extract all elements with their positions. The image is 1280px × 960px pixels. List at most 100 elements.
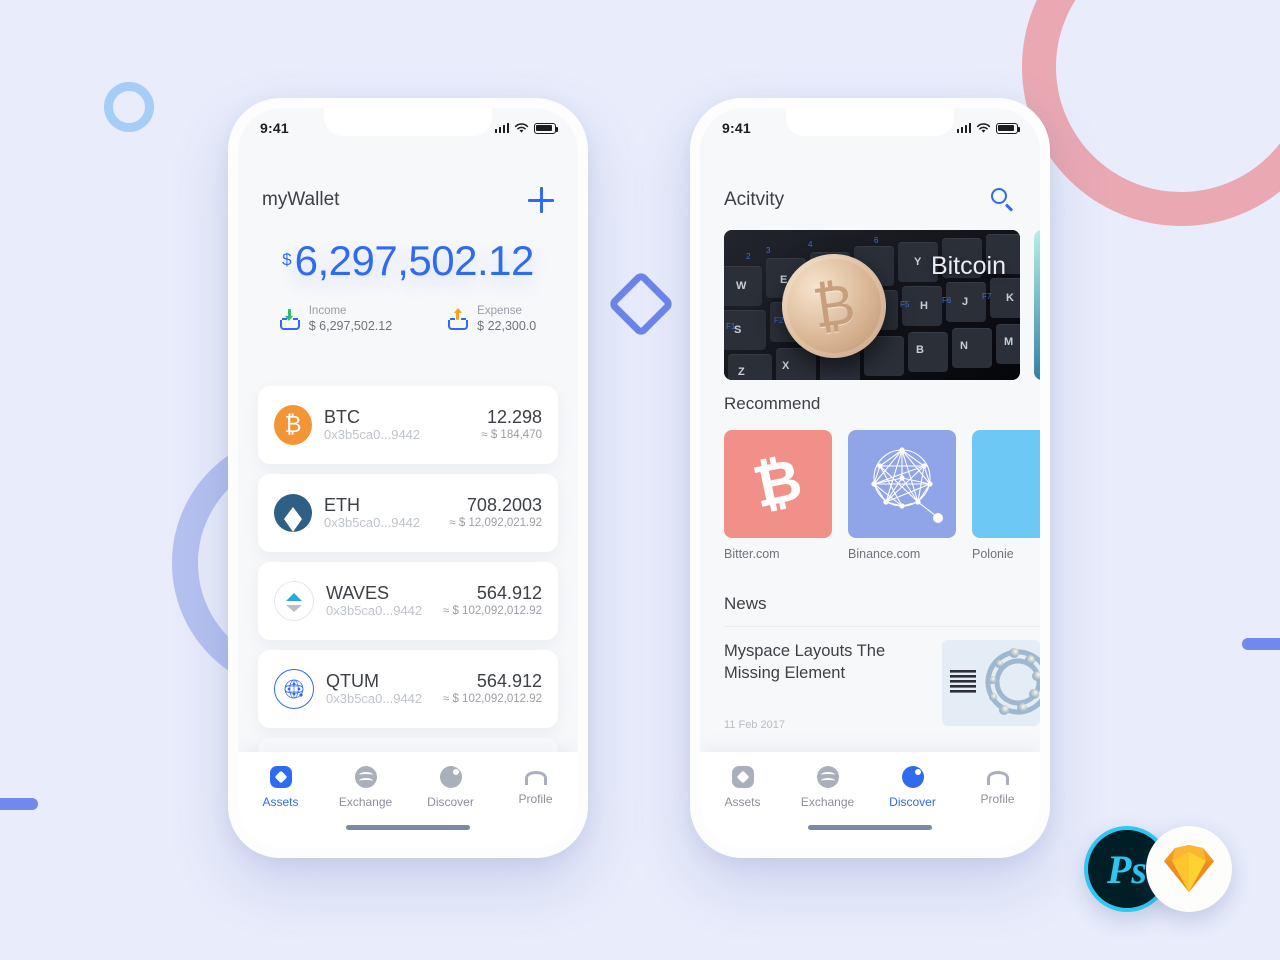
tab-discover[interactable]: Discover xyxy=(870,766,955,809)
tab-bar-wallet: Assets Exchange Discover Profile xyxy=(238,752,578,848)
recommend-heading: Recommend xyxy=(724,394,821,413)
asset-symbol: BTC xyxy=(324,406,360,427)
ibm-logo-photo xyxy=(942,640,1040,726)
balance-section: $ 6,297,502.12 Income $ 6,297,502.12 Exp… xyxy=(238,240,578,335)
asset-address: 0x3b5ca0...9442 xyxy=(326,603,423,619)
profile-icon xyxy=(986,771,1009,785)
hero-card-bitcoin[interactable]: W E Y S H J K Z X B N M 3 4 6 2 F1 F2 F5… xyxy=(724,230,1020,380)
decorative-ring-pink xyxy=(1022,0,1280,226)
discover-header: Acitvity xyxy=(700,180,1040,220)
recommend-item-poloniex[interactable]: Polonie xyxy=(972,430,1040,561)
tab-exchange[interactable]: Exchange xyxy=(323,766,408,809)
asset-fiat: ≈ $ 12,092,021.92 xyxy=(449,517,542,530)
asset-address: 0x3b5ca0...9442 xyxy=(324,427,421,443)
eth-coin-icon xyxy=(274,494,312,532)
cellular-signal-icon xyxy=(494,123,509,133)
asset-address: 0x3b5ca0...9442 xyxy=(326,691,423,707)
asset-row-waves[interactable]: WAVES 0x3b5ca0...9442 564.912 ≈ $ 102,09… xyxy=(258,562,558,640)
tab-label: Discover xyxy=(427,795,474,809)
search-icon[interactable] xyxy=(990,187,1016,213)
tab-label: Profile xyxy=(518,792,553,806)
asset-fiat: ≈ $ 184,470 xyxy=(481,429,542,442)
decorative-diamond-icon xyxy=(607,270,675,338)
wallet-header: myWallet xyxy=(238,180,578,220)
tab-label: Assets xyxy=(724,795,761,809)
battery-icon xyxy=(534,122,559,134)
bitcoin-glyph-icon: ₿ xyxy=(724,430,832,538)
tab-label: Profile xyxy=(980,792,1015,806)
balance-line: $ 6,297,502.12 xyxy=(238,240,578,282)
decorative-ring-small-blue xyxy=(104,82,154,132)
asset-symbol: WAVES xyxy=(326,582,390,603)
qtum-coin-icon xyxy=(274,669,314,709)
profile-icon xyxy=(524,771,547,785)
network-graph-icon xyxy=(848,430,956,538)
news-divider xyxy=(724,626,1040,627)
tab-label: Exchange xyxy=(338,795,393,809)
news-heading-wrap: News xyxy=(724,594,767,614)
waves-coin-icon xyxy=(274,581,314,621)
wifi-icon xyxy=(976,122,991,133)
asset-amount: 12.298 xyxy=(486,406,542,427)
asset-address: 0x3b5ca0...9442 xyxy=(324,515,421,531)
decorative-bar-right xyxy=(1242,638,1280,650)
exchange-icon xyxy=(354,766,377,788)
news-date: 11 Feb 2017 xyxy=(724,718,785,731)
tab-assets[interactable]: Assets xyxy=(700,766,785,809)
tab-bar-discover: Assets Exchange Discover Profile xyxy=(700,752,1040,848)
asset-symbol: ETH xyxy=(324,494,360,515)
home-indicator[interactable] xyxy=(346,825,470,830)
recommend-name: Binance.com xyxy=(848,547,921,561)
tab-discover[interactable]: Discover xyxy=(408,766,493,809)
tab-assets[interactable]: Assets xyxy=(238,766,323,809)
plus-icon[interactable] xyxy=(528,187,554,213)
recommend-item-binance[interactable]: Binance.com xyxy=(848,430,956,561)
income-expense-row: Income $ 6,297,502.12 Expense $ 22,300.0 xyxy=(238,304,578,335)
status-bar: 9:41 xyxy=(238,108,578,148)
income-label: Income xyxy=(308,305,347,317)
cellular-signal-icon xyxy=(956,123,971,133)
poloniex-icon xyxy=(972,430,1040,538)
recommend-item-bitter[interactable]: ₿ Bitter.com xyxy=(724,430,832,561)
wifi-icon xyxy=(514,122,529,133)
asset-row-btc[interactable]: ₿ BTC 0x3b5ca0...9442 12.298 ≈ $ 184,470 xyxy=(258,386,558,464)
assets-icon xyxy=(269,766,292,788)
recommend-name: Polonie xyxy=(972,547,1014,561)
asset-row-qtum[interactable]: QTUM 0x3b5ca0...9442 564.912 ≈ $ 102,092… xyxy=(258,650,558,728)
sketch-badge xyxy=(1146,826,1232,912)
exchange-icon xyxy=(816,766,839,788)
tab-label: Exchange xyxy=(800,795,855,809)
expense-summary: Expense $ 22,300.0 xyxy=(448,304,536,335)
status-icons xyxy=(956,122,1021,134)
news-item-1[interactable]: Myspace Layouts The Missing Element 11 F… xyxy=(724,640,1040,731)
recommend-name: Bitter.com xyxy=(724,547,780,561)
phone-discover: 9:41 Acitvity W E Y S H J K Z X B N M 3 … xyxy=(690,98,1050,858)
income-value: $ 6,297,502.12 xyxy=(308,319,393,334)
status-time: 9:41 xyxy=(722,120,751,136)
sketch-diamond-icon xyxy=(1164,845,1214,892)
tab-exchange[interactable]: Exchange xyxy=(785,766,870,809)
asset-fiat: ≈ $ 102,092,012.92 xyxy=(442,693,542,706)
asset-symbol: QTUM xyxy=(326,670,379,691)
tab-profile[interactable]: Profile xyxy=(493,766,578,806)
asset-row-eth[interactable]: ETH 0x3b5ca0...9442 708.2003 ≈ $ 12,092,… xyxy=(258,474,558,552)
discover-icon xyxy=(901,766,924,788)
home-indicator[interactable] xyxy=(808,825,932,830)
recommend-heading-wrap: Recommend xyxy=(724,394,820,414)
page-title: myWallet xyxy=(262,189,340,210)
news-heading: News xyxy=(724,594,767,613)
income-summary: Income $ 6,297,502.12 xyxy=(279,304,393,335)
decorative-bar-left xyxy=(0,798,38,810)
asset-amount: 564.912 xyxy=(476,582,542,603)
discover-screen: 9:41 Acitvity W E Y S H J K Z X B N M 3 … xyxy=(700,108,1040,848)
hero-card-secondary[interactable] xyxy=(1034,230,1040,380)
asset-amount: 708.2003 xyxy=(466,494,542,515)
hero-carousel[interactable]: W E Y S H J K Z X B N M 3 4 6 2 F1 F2 F5… xyxy=(724,230,1040,380)
news-title: Myspace Layouts The Missing Element xyxy=(724,642,886,683)
tab-label: Assets xyxy=(262,795,299,809)
asset-fiat: ≈ $ 102,092,012.92 xyxy=(442,605,542,618)
discover-icon xyxy=(439,766,462,788)
hero-caption: Bitcoin xyxy=(930,252,1006,280)
income-arrow-down-icon xyxy=(279,308,300,331)
tab-profile[interactable]: Profile xyxy=(955,766,1040,806)
